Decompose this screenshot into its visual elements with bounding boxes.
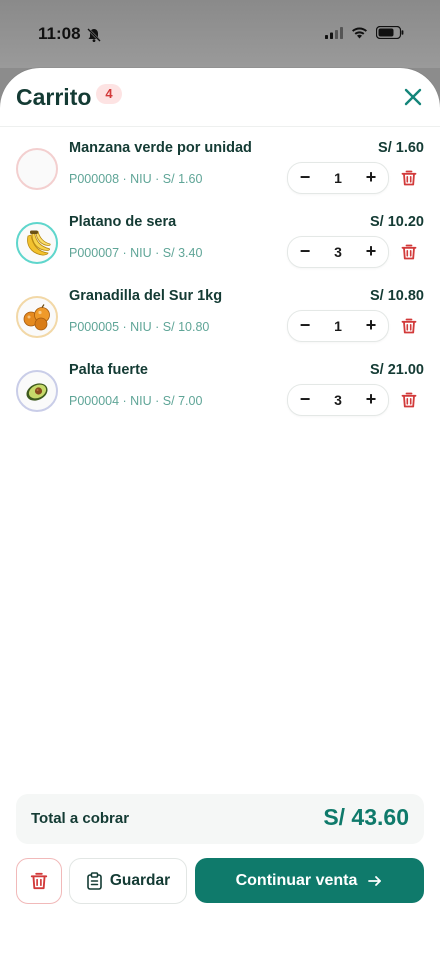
- decrease-button[interactable]: −: [290, 237, 320, 267]
- trash-icon: [401, 318, 417, 334]
- cart-item: Platano de sera P000007 · NIU · S/ 3.40 …: [0, 212, 440, 286]
- status-bar: 11:08: [0, 0, 440, 68]
- item-price: S/ 10.80: [369, 288, 424, 304]
- close-button[interactable]: [402, 86, 424, 108]
- signal-icon: [325, 26, 343, 44]
- save-button[interactable]: Guardar: [69, 858, 187, 904]
- quantity-value: 1: [334, 170, 342, 186]
- quantity-value: 3: [334, 392, 342, 408]
- quantity-value: 1: [334, 318, 342, 334]
- cart-item: Granadilla del Sur 1kg P000005 · NIU · S…: [0, 286, 440, 360]
- continue-button-label: Continuar venta: [235, 871, 358, 889]
- product-thumbnail: [16, 148, 58, 190]
- granadilla-icon: [23, 304, 50, 331]
- item-price: S/ 21.00: [369, 362, 424, 378]
- product-thumbnail: [16, 296, 58, 338]
- remove-item-button[interactable]: [400, 169, 418, 187]
- item-meta: P000008 · NIU · S/ 1.60: [69, 172, 203, 186]
- item-meta: P000005 · NIU · S/ 10.80: [69, 320, 210, 334]
- item-name: Platano de sera: [69, 214, 177, 230]
- total-value: S/ 43.60: [323, 804, 409, 830]
- cart-item: Palta fuerte P000004 · NIU · S/ 7.00 S/ …: [0, 360, 440, 434]
- clipboard-icon: [87, 872, 102, 890]
- remove-item-button[interactable]: [400, 317, 418, 335]
- clear-cart-button[interactable]: [16, 858, 62, 904]
- item-price: S/ 10.20: [369, 214, 424, 230]
- decrease-button[interactable]: −: [290, 311, 320, 341]
- increase-button[interactable]: +: [356, 311, 386, 341]
- quantity-stepper: − 1 +: [287, 310, 389, 342]
- remove-item-button[interactable]: [400, 243, 418, 261]
- increase-button[interactable]: +: [356, 237, 386, 267]
- status-time: 11:08: [38, 24, 81, 43]
- total-summary: Total a cobrar S/ 43.60: [16, 794, 424, 844]
- quantity-value: 3: [334, 244, 342, 260]
- wifi-icon: [351, 26, 368, 44]
- product-thumbnail: [16, 370, 58, 412]
- arrow-right-icon: [368, 875, 382, 886]
- item-name: Palta fuerte: [69, 362, 148, 378]
- quantity-stepper: − 3 +: [287, 384, 389, 416]
- item-count-badge: 4: [96, 84, 122, 104]
- increase-button[interactable]: +: [356, 385, 386, 415]
- item-name: Granadilla del Sur 1kg: [69, 288, 223, 304]
- page-title: Carrito: [16, 84, 92, 110]
- cart-sheet: Carrito 4 Manzana verde por unidad P0000…: [0, 68, 440, 956]
- product-thumbnail: [16, 222, 58, 264]
- trash-icon: [401, 392, 417, 408]
- battery-icon: [375, 25, 404, 44]
- cart-header: Carrito 4: [0, 68, 440, 127]
- trash-icon: [401, 170, 417, 186]
- item-meta: P000004 · NIU · S/ 7.00: [69, 394, 203, 408]
- total-label: Total a cobrar: [31, 810, 130, 827]
- item-meta: P000007 · NIU · S/ 3.40: [69, 246, 203, 260]
- item-price: S/ 1.60: [378, 140, 424, 156]
- quantity-stepper: − 1 +: [287, 162, 389, 194]
- cart-item: Manzana verde por unidad P000008 · NIU ·…: [0, 138, 440, 212]
- item-name: Manzana verde por unidad: [69, 140, 252, 156]
- avocado-icon: [26, 383, 48, 401]
- close-icon: [404, 88, 422, 106]
- quantity-stepper: − 3 +: [287, 236, 389, 268]
- save-button-label: Guardar: [109, 872, 171, 889]
- decrease-button[interactable]: −: [290, 385, 320, 415]
- banana-icon: [27, 230, 51, 256]
- continue-sale-button[interactable]: Continuar venta: [195, 858, 424, 903]
- increase-button[interactable]: +: [356, 163, 386, 193]
- decrease-button[interactable]: −: [290, 163, 320, 193]
- bell-off-icon: [86, 27, 102, 48]
- remove-item-button[interactable]: [400, 391, 418, 409]
- trash-icon: [401, 244, 417, 260]
- trash-icon: [30, 872, 48, 890]
